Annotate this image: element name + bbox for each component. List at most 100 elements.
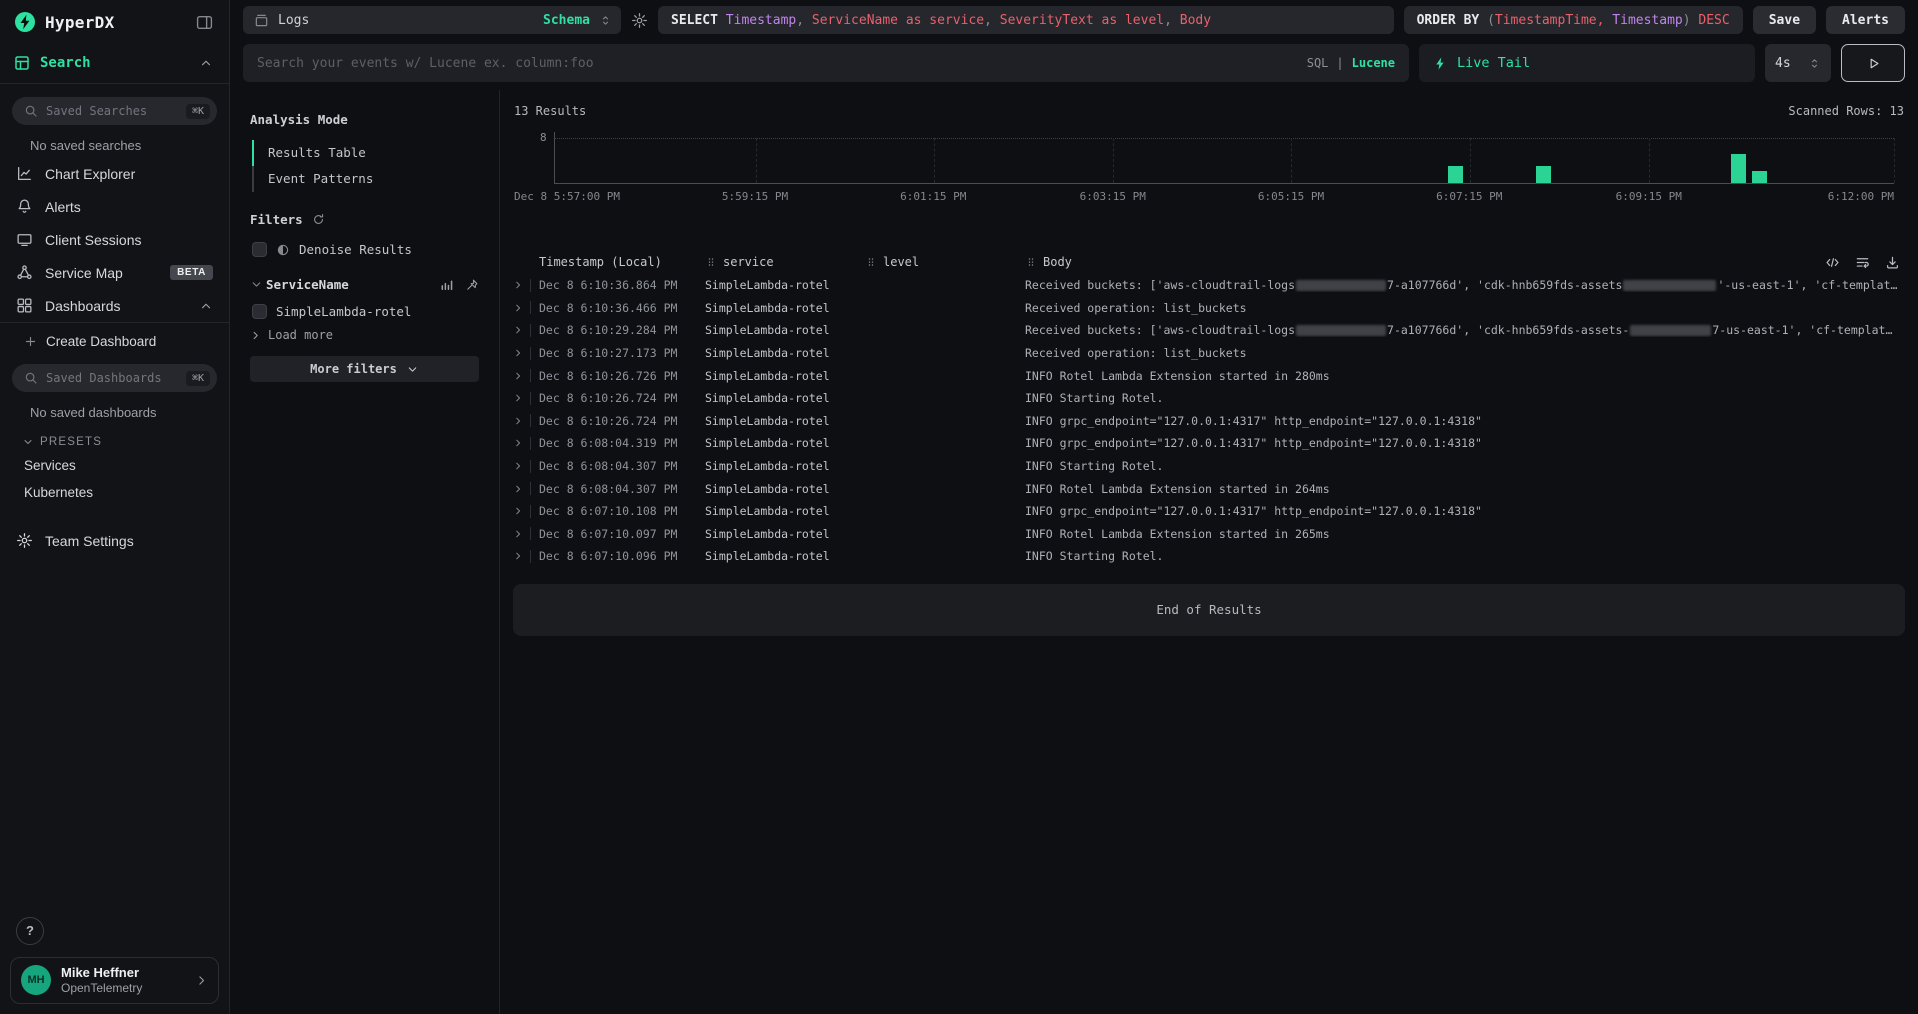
- search-input[interactable]: [257, 56, 1297, 71]
- table-row[interactable]: Dec 8 6:08:04.307 PMSimpleLambda-rotelIN…: [513, 477, 1905, 500]
- row-expander-icon[interactable]: [513, 325, 523, 335]
- sql-token: ORDER BY: [1417, 13, 1487, 28]
- sidebar-item-dashboards[interactable]: Dashboards: [0, 289, 229, 322]
- help-button[interactable]: ?: [16, 917, 44, 945]
- row-expander-icon[interactable]: [513, 551, 523, 561]
- column-grip-icon[interactable]: [865, 256, 877, 268]
- table-row[interactable]: Dec 8 6:07:10.108 PMSimpleLambda-rotelIN…: [513, 500, 1905, 523]
- x-tick-label: Dec 8 5:57:00 PM: [514, 191, 620, 202]
- more-filters-button[interactable]: More filters: [250, 356, 479, 382]
- live-tail-button[interactable]: Live Tail: [1419, 44, 1755, 82]
- wrap-lines-icon[interactable]: [1855, 255, 1870, 270]
- sidebar-item-team-settings[interactable]: Team Settings: [0, 522, 229, 559]
- preset-kubernetes[interactable]: Kubernetes: [0, 479, 229, 506]
- view-code-icon[interactable]: [1825, 255, 1840, 270]
- x-tick-label: 5:59:15 PM: [722, 191, 788, 202]
- download-icon[interactable]: [1885, 255, 1900, 270]
- histogram-bar[interactable]: [1448, 166, 1463, 183]
- mode-lucene[interactable]: Lucene: [1352, 56, 1395, 70]
- table-row[interactable]: Dec 8 6:10:36.864 PMSimpleLambda-rotelRe…: [513, 274, 1905, 297]
- table-row[interactable]: Dec 8 6:07:10.096 PMSimpleLambda-rotelIN…: [513, 545, 1905, 568]
- table-row[interactable]: Dec 8 6:08:04.307 PMSimpleLambda-rotelIN…: [513, 455, 1905, 478]
- table-row[interactable]: Dec 8 6:10:29.284 PMSimpleLambda-rotelRe…: [513, 319, 1905, 342]
- query-settings-gear-icon[interactable]: [631, 12, 648, 29]
- analysis-mode-results-table[interactable]: Results Table: [252, 140, 479, 166]
- pin-icon[interactable]: [465, 278, 479, 292]
- row-expander-icon[interactable]: [513, 416, 523, 426]
- row-expander-icon[interactable]: [513, 461, 523, 471]
- column-grip-icon[interactable]: [1025, 256, 1037, 268]
- app-root: HyperDX Search ⌘K No saved searches Char…: [0, 0, 1918, 1014]
- source-select[interactable]: Logs Schema: [243, 6, 621, 34]
- sql-token: (: [1487, 13, 1495, 28]
- cell-body: Received buckets: ['aws-cloudtrail-logs7…: [1025, 278, 1905, 292]
- table-row[interactable]: Dec 8 6:10:26.726 PMSimpleLambda-rotelIN…: [513, 364, 1905, 387]
- row-expander-icon[interactable]: [513, 506, 523, 516]
- saved-dashboards-search[interactable]: ⌘K: [12, 364, 217, 392]
- cell-service: SimpleLambda-rotel: [705, 346, 865, 360]
- histogram-bar[interactable]: [1536, 166, 1551, 183]
- table-row[interactable]: Dec 8 6:10:26.724 PMSimpleLambda-rotelIN…: [513, 387, 1905, 410]
- table-row[interactable]: Dec 8 6:07:10.097 PMSimpleLambda-rotelIN…: [513, 523, 1905, 546]
- sidebar-item-service-map[interactable]: Service MapBETA: [0, 256, 229, 289]
- saved-searches-search[interactable]: ⌘K: [12, 97, 217, 125]
- saved-searches-input[interactable]: [46, 104, 178, 118]
- denoise-results-option[interactable]: Denoise Results: [252, 242, 479, 257]
- table-row[interactable]: Dec 8 6:10:27.173 PMSimpleLambda-rotelRe…: [513, 342, 1905, 365]
- presets-group-toggle[interactable]: PRESETS: [0, 424, 229, 452]
- results-table: Timestamp (Local)servicelevelBody Dec 8 …: [513, 250, 1905, 568]
- schema-link[interactable]: Schema: [543, 13, 590, 28]
- results-section: 13 Results Scanned Rows: 13 8 Dec 8 5:57…: [500, 90, 1918, 1014]
- row-expander-icon[interactable]: [513, 348, 523, 358]
- table-row[interactable]: Dec 8 6:08:04.319 PMSimpleLambda-rotelIN…: [513, 432, 1905, 455]
- filters-title: Filters: [250, 212, 479, 227]
- row-expander-icon[interactable]: [513, 393, 523, 403]
- sidebar-item-chart-explorer[interactable]: Chart Explorer: [0, 157, 229, 190]
- user-profile-button[interactable]: MH Mike Heffner OpenTelemetry: [10, 957, 219, 1004]
- analysis-mode-event-patterns[interactable]: Event Patterns: [252, 166, 479, 192]
- servicename-filter-group[interactable]: ServiceName: [250, 277, 479, 292]
- save-button[interactable]: Save: [1753, 6, 1816, 34]
- filter-checkbox[interactable]: [252, 304, 267, 319]
- event-search[interactable]: SQL | Lucene: [243, 44, 1409, 82]
- scanned-rows: Scanned Rows: 13: [1788, 104, 1904, 118]
- row-expander-icon[interactable]: [513, 529, 523, 539]
- sql-token: ,: [796, 13, 812, 28]
- results-count: 13 Results: [514, 104, 586, 118]
- row-expander-icon[interactable]: [513, 438, 523, 448]
- chart-filter-icon[interactable]: [439, 277, 454, 292]
- filter-value-simplelambda-rotel[interactable]: SimpleLambda-rotel: [252, 304, 479, 319]
- search-icon: [24, 104, 38, 118]
- denoise-checkbox[interactable]: [252, 242, 267, 257]
- table-row[interactable]: Dec 8 6:10:36.466 PMSimpleLambda-rotelRe…: [513, 297, 1905, 320]
- column-grip-icon[interactable]: [705, 256, 717, 268]
- collapse-sidebar-icon[interactable]: [196, 14, 213, 31]
- cell-body: INFO Starting Rotel.: [1025, 391, 1905, 405]
- refresh-interval-select[interactable]: 4s: [1765, 44, 1831, 82]
- row-expander-icon[interactable]: [513, 303, 523, 313]
- redacted-text: [1296, 280, 1386, 291]
- row-expander-icon[interactable]: [513, 484, 523, 494]
- mode-sql[interactable]: SQL: [1307, 56, 1329, 70]
- saved-dashboards-input[interactable]: [46, 371, 178, 385]
- alerts-button[interactable]: Alerts: [1826, 6, 1905, 34]
- histogram-bar[interactable]: [1752, 171, 1767, 183]
- create-dashboard-button[interactable]: Create Dashboard: [0, 323, 229, 351]
- play-button[interactable]: [1841, 44, 1905, 82]
- orderby-clause-input[interactable]: ORDER BY (TimestampTime, Timestamp) DESC: [1404, 6, 1743, 34]
- select-clause-input[interactable]: SELECT Timestamp, ServiceName as service…: [658, 6, 1394, 34]
- chevron-up-icon[interactable]: [199, 299, 213, 313]
- table-row[interactable]: Dec 8 6:10:26.724 PMSimpleLambda-rotelIN…: [513, 410, 1905, 433]
- row-expander-icon[interactable]: [513, 280, 523, 290]
- sidebar-item-alerts[interactable]: Alerts: [0, 190, 229, 223]
- sidebar-item-client-sessions[interactable]: Client Sessions: [0, 223, 229, 256]
- preset-services[interactable]: Services: [0, 452, 229, 479]
- row-expander-icon[interactable]: [513, 371, 523, 381]
- refresh-icon[interactable]: [312, 213, 325, 226]
- sidebar-item-search[interactable]: Search: [0, 42, 229, 83]
- load-more-button[interactable]: Load more: [250, 328, 479, 342]
- chevron-up-icon[interactable]: [199, 56, 213, 70]
- sql-token: ,: [984, 13, 1000, 28]
- histogram-bar[interactable]: [1731, 154, 1746, 183]
- cell-service: SimpleLambda-rotel: [705, 414, 865, 428]
